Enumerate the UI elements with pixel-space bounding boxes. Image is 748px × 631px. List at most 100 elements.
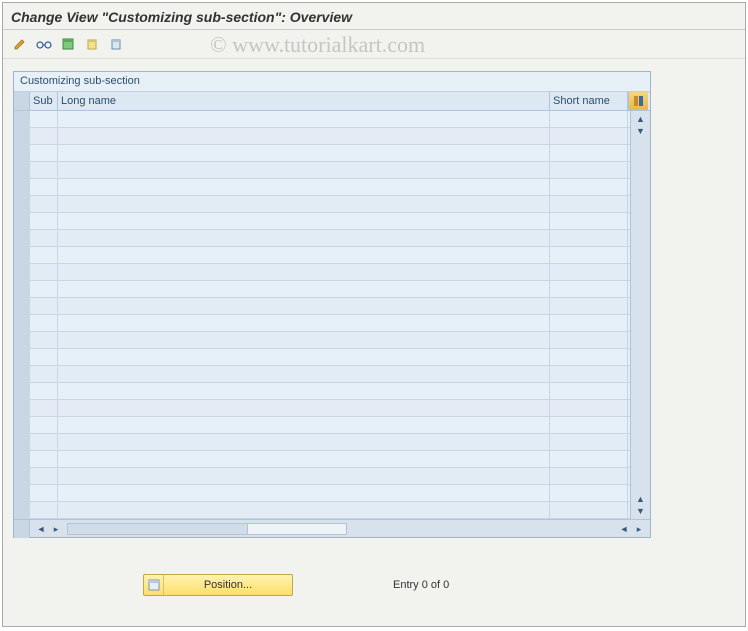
cell-short[interactable]	[550, 468, 628, 484]
cell-long[interactable]	[58, 298, 550, 314]
row-selector[interactable]	[14, 247, 30, 263]
row-selector[interactable]	[14, 315, 30, 331]
cell-short[interactable]	[550, 298, 628, 314]
cell-long[interactable]	[58, 281, 550, 297]
cell-sub[interactable]	[30, 332, 58, 348]
table-settings-icon[interactable]	[628, 92, 648, 110]
cell-sub[interactable]	[30, 179, 58, 195]
cell-short[interactable]	[550, 332, 628, 348]
cell-long[interactable]	[58, 417, 550, 433]
row-selector[interactable]	[14, 298, 30, 314]
table-row[interactable]	[14, 451, 630, 468]
scroll-up-icon[interactable]: ▲	[634, 113, 648, 125]
cell-short[interactable]	[550, 451, 628, 467]
cell-long[interactable]	[58, 196, 550, 212]
cell-long[interactable]	[58, 468, 550, 484]
table-row[interactable]	[14, 298, 630, 315]
cell-sub[interactable]	[30, 230, 58, 246]
row-selector[interactable]	[14, 502, 30, 518]
table-row[interactable]	[14, 485, 630, 502]
scroll-last-icon[interactable]: ▸	[632, 523, 646, 535]
row-selector[interactable]	[14, 468, 30, 484]
cell-short[interactable]	[550, 145, 628, 161]
column-long-name[interactable]: Long name	[58, 92, 550, 110]
cell-short[interactable]	[550, 128, 628, 144]
cell-sub[interactable]	[30, 400, 58, 416]
table-row[interactable]	[14, 213, 630, 230]
row-selector[interactable]	[14, 417, 30, 433]
scroll-down2-icon[interactable]: ▼	[634, 505, 648, 517]
cell-sub[interactable]	[30, 213, 58, 229]
cell-long[interactable]	[58, 400, 550, 416]
cell-long[interactable]	[58, 264, 550, 280]
table-row[interactable]	[14, 383, 630, 400]
row-selector[interactable]	[14, 451, 30, 467]
cell-short[interactable]	[550, 213, 628, 229]
row-selector[interactable]	[14, 179, 30, 195]
row-selector[interactable]	[14, 145, 30, 161]
copy-icon[interactable]	[81, 34, 103, 54]
cell-sub[interactable]	[30, 485, 58, 501]
cell-long[interactable]	[58, 111, 550, 127]
cell-short[interactable]	[550, 264, 628, 280]
column-short-name[interactable]: Short name	[550, 92, 628, 110]
cell-sub[interactable]	[30, 281, 58, 297]
new-entries-icon[interactable]	[57, 34, 79, 54]
cell-short[interactable]	[550, 485, 628, 501]
cell-sub[interactable]	[30, 128, 58, 144]
cell-sub[interactable]	[30, 451, 58, 467]
row-selector[interactable]	[14, 162, 30, 178]
cell-long[interactable]	[58, 502, 550, 518]
table-row[interactable]	[14, 349, 630, 366]
cell-short[interactable]	[550, 247, 628, 263]
scroll-first-icon[interactable]: ◄	[34, 523, 48, 535]
cell-short[interactable]	[550, 366, 628, 382]
cell-long[interactable]	[58, 434, 550, 450]
cell-sub[interactable]	[30, 366, 58, 382]
cell-sub[interactable]	[30, 264, 58, 280]
cell-long[interactable]	[58, 315, 550, 331]
cell-sub[interactable]	[30, 145, 58, 161]
table-row[interactable]	[14, 230, 630, 247]
cell-short[interactable]	[550, 315, 628, 331]
row-selector[interactable]	[14, 213, 30, 229]
cell-long[interactable]	[58, 349, 550, 365]
cell-sub[interactable]	[30, 315, 58, 331]
row-selector[interactable]	[14, 128, 30, 144]
delete-icon[interactable]	[105, 34, 127, 54]
cell-sub[interactable]	[30, 298, 58, 314]
horizontal-scrollbar[interactable]: ◄ ▸ ◄ ▸	[14, 519, 650, 537]
vertical-scrollbar[interactable]: ▲ ▼ ▲ ▼	[630, 111, 650, 519]
scroll-right-icon[interactable]: ◄	[617, 523, 631, 535]
select-all-column[interactable]	[14, 92, 30, 110]
cell-long[interactable]	[58, 366, 550, 382]
cell-short[interactable]	[550, 502, 628, 518]
cell-long[interactable]	[58, 451, 550, 467]
table-row[interactable]	[14, 468, 630, 485]
cell-long[interactable]	[58, 383, 550, 399]
row-selector[interactable]	[14, 264, 30, 280]
table-row[interactable]	[14, 434, 630, 451]
hscroll-track[interactable]	[67, 523, 347, 535]
cell-sub[interactable]	[30, 162, 58, 178]
row-selector[interactable]	[14, 349, 30, 365]
cell-long[interactable]	[58, 213, 550, 229]
row-selector[interactable]	[14, 332, 30, 348]
row-selector[interactable]	[14, 230, 30, 246]
cell-short[interactable]	[550, 179, 628, 195]
cell-short[interactable]	[550, 400, 628, 416]
row-selector[interactable]	[14, 434, 30, 450]
cell-short[interactable]	[550, 111, 628, 127]
glasses-icon[interactable]	[33, 34, 55, 54]
cell-sub[interactable]	[30, 111, 58, 127]
cell-sub[interactable]	[30, 383, 58, 399]
cell-long[interactable]	[58, 179, 550, 195]
row-selector[interactable]	[14, 281, 30, 297]
cell-sub[interactable]	[30, 247, 58, 263]
cell-short[interactable]	[550, 417, 628, 433]
cell-short[interactable]	[550, 230, 628, 246]
table-row[interactable]	[14, 332, 630, 349]
table-row[interactable]	[14, 111, 630, 128]
cell-long[interactable]	[58, 230, 550, 246]
cell-short[interactable]	[550, 434, 628, 450]
